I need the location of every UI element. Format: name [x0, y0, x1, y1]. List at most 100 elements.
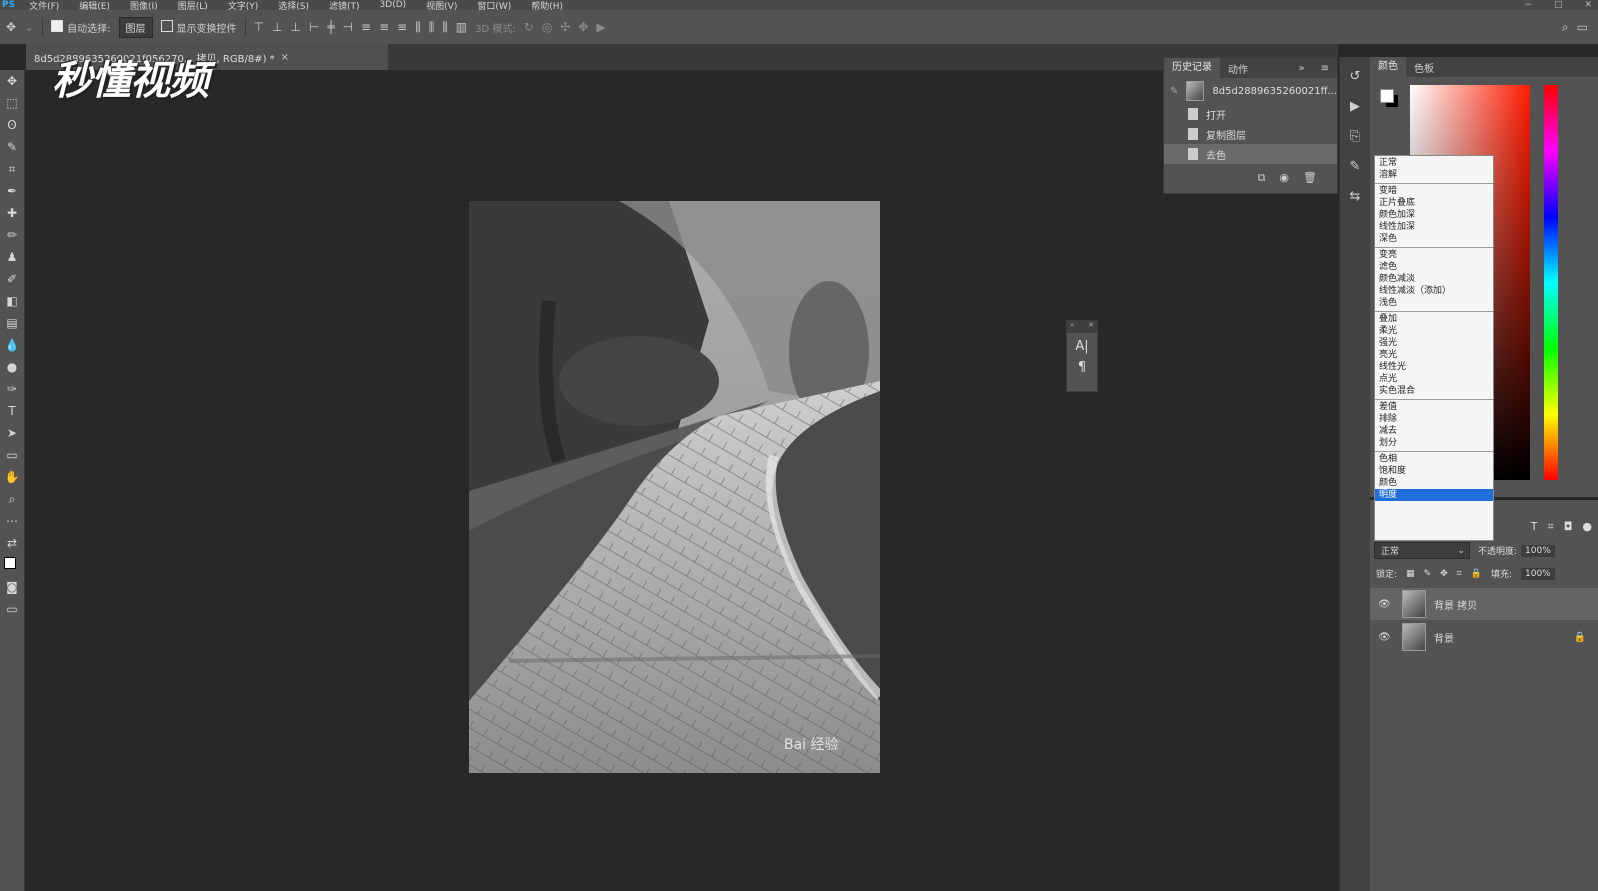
layer-row[interactable]: 👁 背景 🔒	[1370, 621, 1598, 653]
paragraph-icon[interactable]: ¶	[1067, 360, 1097, 375]
align-bottom-icon[interactable]: ⊥	[290, 20, 300, 34]
align-hcenter-icon[interactable]: ╪	[327, 20, 334, 34]
layer-name[interactable]: 背景	[1434, 630, 1454, 645]
close-icon[interactable]: ×	[281, 52, 289, 63]
blend-mode-option[interactable]: 正片叠底	[1375, 197, 1493, 209]
crop-tool-icon[interactable]: ⌗	[0, 158, 24, 180]
menu-view[interactable]: 视图(V)	[426, 0, 457, 11]
slide3d-icon[interactable]: ✥	[578, 20, 588, 34]
blend-mode-option[interactable]: 划分	[1375, 437, 1493, 449]
blend-mode-option[interactable]: 深色	[1375, 233, 1493, 245]
rectangle-tool-icon[interactable]: ▭	[0, 444, 24, 466]
tab-history[interactable]: 历史记录	[1164, 58, 1220, 78]
history-step[interactable]: 打开	[1164, 104, 1337, 124]
distribute-vcenter-icon[interactable]: ≡	[379, 20, 389, 34]
brush-settings-icon[interactable]: ✎	[1340, 151, 1370, 181]
blend-mode-option[interactable]: 浅色	[1375, 297, 1493, 309]
character-icon[interactable]: A|	[1067, 339, 1097, 354]
menu-image[interactable]: 图像(I)	[130, 0, 158, 11]
align-vcenter-icon[interactable]: ⊥	[272, 20, 282, 34]
pen-tool-icon[interactable]: ✑	[0, 378, 24, 400]
blur-tool-icon[interactable]: 💧	[0, 334, 24, 356]
shape-filter-icon[interactable]: ⌗	[1547, 520, 1553, 534]
auto-select-checkbox[interactable]: 自动选择:	[51, 19, 111, 35]
new-document-icon[interactable]: ⧉	[1258, 171, 1266, 185]
healing-brush-tool-icon[interactable]: ✚	[0, 202, 24, 224]
brush-tool-icon[interactable]: ✏	[0, 224, 24, 246]
blend-mode-select[interactable]: 正常 ⌄	[1374, 542, 1470, 559]
lasso-tool-icon[interactable]: ʘ	[0, 114, 24, 136]
scale3d-icon[interactable]: ▶	[596, 20, 605, 34]
opacity-input[interactable]: 100%	[1521, 544, 1555, 557]
fill-input[interactable]: 100%	[1521, 567, 1555, 580]
lock-artboard-icon[interactable]: ⌗	[1457, 569, 1462, 579]
history-panel-icon[interactable]: ↺	[1340, 61, 1370, 91]
chevron-down-icon[interactable]: ⌄	[24, 20, 34, 34]
blend-mode-option[interactable]: 正常	[1375, 157, 1493, 169]
blend-mode-option[interactable]: 滤色	[1375, 261, 1493, 273]
blend-mode-option[interactable]: 色相	[1375, 453, 1493, 465]
gradient-tool-icon[interactable]: ▤	[0, 312, 24, 334]
visibility-eye-icon[interactable]: 👁	[1378, 632, 1394, 643]
lock-position-icon[interactable]: ✥	[1440, 569, 1448, 579]
menu-filter[interactable]: 滤镜(T)	[329, 0, 360, 11]
blend-mode-option[interactable]: 强光	[1375, 337, 1493, 349]
menu-type[interactable]: 文字(Y)	[228, 0, 259, 11]
blend-mode-option[interactable]: 溶解	[1375, 169, 1493, 181]
close-icon[interactable]: ✕	[1584, 0, 1592, 10]
show-transform-checkbox[interactable]: 显示变换控件	[160, 19, 237, 35]
history-step-active[interactable]: 去色	[1164, 144, 1337, 164]
foreground-color[interactable]	[1380, 89, 1394, 103]
marquee-tool-icon[interactable]: ⬚	[0, 92, 24, 114]
visibility-eye-icon[interactable]: 👁	[1378, 599, 1394, 610]
blend-mode-option[interactable]: 实色混合	[1375, 385, 1493, 397]
quick-select-tool-icon[interactable]: ✎	[0, 136, 24, 158]
layer-row[interactable]: 👁 背景 拷贝	[1370, 588, 1598, 620]
distribute-hcenter-icon[interactable]: ⫼	[429, 20, 435, 35]
tab-actions[interactable]: 动作	[1220, 61, 1256, 76]
blend-mode-option[interactable]: 饱和度	[1375, 465, 1493, 477]
blend-mode-option[interactable]: 颜色减淡	[1375, 273, 1493, 285]
blend-mode-option[interactable]: 变亮	[1375, 249, 1493, 261]
blend-mode-option[interactable]: 柔光	[1375, 325, 1493, 337]
blend-mode-option[interactable]: 亮光	[1375, 349, 1493, 361]
menu-edit[interactable]: 编辑(E)	[79, 0, 110, 11]
menu-select[interactable]: 选择(S)	[278, 0, 309, 11]
lock-pixels-icon[interactable]: ✎	[1424, 569, 1432, 579]
blend-mode-option[interactable]: 排除	[1375, 413, 1493, 425]
blend-mode-option[interactable]: 差值	[1375, 401, 1493, 413]
lock-transparent-icon[interactable]: ▦	[1406, 569, 1415, 579]
tab-swatches[interactable]: 色板	[1406, 60, 1442, 75]
color-swatches[interactable]	[0, 554, 24, 576]
align-right-icon[interactable]: ⊣	[343, 20, 353, 34]
blend-mode-option[interactable]: 明度	[1375, 489, 1493, 501]
eraser-tool-icon[interactable]: ◧	[0, 290, 24, 312]
auto-select-dropdown[interactable]: 图层	[118, 16, 153, 38]
layer-name[interactable]: 背景 拷贝	[1434, 597, 1477, 612]
blend-mode-option[interactable]: 减去	[1375, 425, 1493, 437]
type-tool-icon[interactable]: T	[0, 400, 24, 422]
clone-source-icon[interactable]: ⎘	[1340, 121, 1370, 151]
hand-tool-icon[interactable]: ✋	[0, 466, 24, 488]
more-tools-icon[interactable]: ⋯	[0, 510, 24, 532]
menu-window[interactable]: 窗口(W)	[477, 0, 511, 11]
swap-colors-icon[interactable]: ⇄	[0, 532, 24, 554]
menu-3d[interactable]: 3D(D)	[380, 0, 407, 10]
close-icon[interactable]: ✕	[1088, 321, 1094, 333]
blend-mode-option[interactable]: 线性加深	[1375, 221, 1493, 233]
trash-icon[interactable]: 🗑	[1303, 171, 1317, 185]
blend-mode-option[interactable]: 点光	[1375, 373, 1493, 385]
screen-mode-icon[interactable]: ▭	[0, 598, 24, 620]
distribute-right-icon[interactable]: ⫼	[442, 20, 448, 35]
expand-icon[interactable]: »	[1290, 63, 1312, 74]
distribute-bottom-icon[interactable]: ≡	[397, 20, 407, 34]
maximize-icon[interactable]: □	[1554, 0, 1563, 10]
path-select-tool-icon[interactable]: ➤	[0, 422, 24, 444]
lock-all-icon[interactable]: 🔒	[1471, 569, 1482, 579]
zoom-tool-icon[interactable]: ⌕	[0, 488, 24, 510]
rotate3d-icon[interactable]: ↻	[524, 20, 534, 34]
blend-mode-option[interactable]: 线性光	[1375, 361, 1493, 373]
minimize-icon[interactable]: −	[1524, 0, 1532, 10]
distribute-left-icon[interactable]: ⫼	[415, 20, 421, 35]
move-tool-icon[interactable]: ✥	[0, 70, 24, 92]
